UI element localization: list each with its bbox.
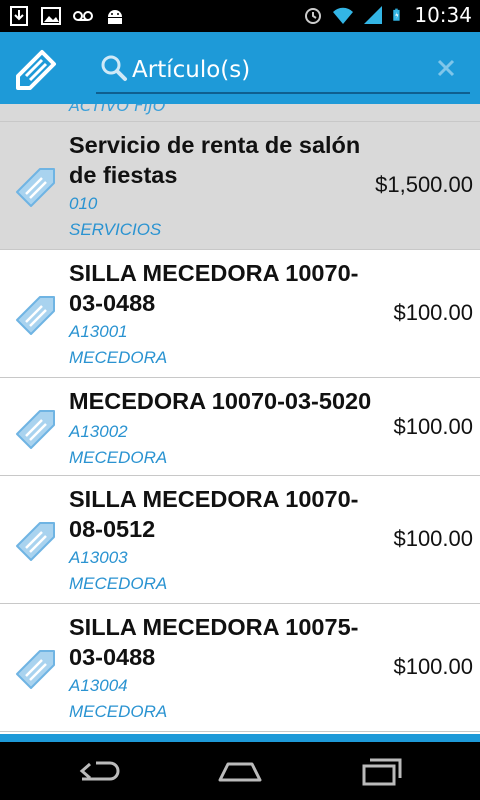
list-item[interactable]: SILLA MECEDORA 10070-08-0512 A13003 MECE… xyxy=(0,476,480,604)
recent-apps-icon[interactable] xyxy=(358,754,406,790)
tag-edit-icon[interactable] xyxy=(12,46,64,90)
bottom-accent-bar xyxy=(0,734,480,742)
tag-icon xyxy=(16,522,55,561)
list-item[interactable]: SILLA MECEDORA 10070-03-0488 A13001 MECE… xyxy=(0,250,480,378)
navigation-bar xyxy=(0,742,480,800)
status-bar: 10:34 xyxy=(0,0,480,32)
alarm-icon xyxy=(305,8,322,24)
item-category: MECEDORA xyxy=(69,574,168,593)
item-category: SERVICIOS xyxy=(69,220,162,239)
voicemail-icon xyxy=(73,11,93,21)
list-item-partial[interactable]: ACTIVO FIJO xyxy=(0,104,480,122)
item-code: A13004 xyxy=(69,676,128,695)
list-item-category: ACTIVO FIJO xyxy=(69,104,166,115)
action-bar xyxy=(0,32,480,104)
item-name: SILLA MECEDORA 10075-03-0488 xyxy=(69,614,359,670)
item-price: $100.00 xyxy=(393,300,473,325)
status-time: 10:34 xyxy=(414,3,472,27)
list-item[interactable]: SILLA MECEDORA 10075-03-0488 A13004 MECE… xyxy=(0,604,480,732)
search-icon xyxy=(101,55,127,81)
search-input[interactable] xyxy=(132,52,422,88)
download-icon xyxy=(10,6,28,26)
item-code: A13001 xyxy=(69,322,128,341)
item-price: $1,500.00 xyxy=(375,172,473,197)
signal-icon xyxy=(364,6,383,24)
image-icon xyxy=(41,7,61,25)
item-category: MECEDORA xyxy=(69,348,168,367)
item-price: $100.00 xyxy=(393,414,473,439)
item-name: SILLA MECEDORA 10070-03-0488 xyxy=(69,260,359,316)
tag-icon xyxy=(16,410,55,449)
android-icon xyxy=(108,10,122,24)
wifi-icon xyxy=(333,7,354,24)
battery-icon xyxy=(393,8,400,21)
item-name: MECEDORA 10070-03-5020 xyxy=(69,388,372,414)
item-category: MECEDORA xyxy=(69,702,168,721)
tag-icon xyxy=(16,296,55,335)
search-box xyxy=(96,48,470,94)
item-price: $100.00 xyxy=(393,654,473,679)
tag-icon xyxy=(16,168,55,207)
back-icon[interactable] xyxy=(76,754,124,790)
item-name: Servicio de renta de salón de fiestas xyxy=(69,132,361,188)
list-item[interactable]: MECEDORA 10070-03-5020 A13002 MECEDORA $… xyxy=(0,378,480,476)
item-price: $100.00 xyxy=(393,526,473,551)
item-category: MECEDORA xyxy=(69,448,168,467)
item-code: 010 xyxy=(69,194,98,213)
article-list: ACTIVO FIJO Servicio de renta de salón d… xyxy=(0,104,480,734)
item-code: A13003 xyxy=(69,548,128,567)
item-code: A13002 xyxy=(69,422,128,441)
item-name: SILLA MECEDORA 10070-08-0512 xyxy=(69,486,359,542)
list-item[interactable]: Servicio de renta de salón de fiestas 01… xyxy=(0,122,480,250)
home-icon[interactable] xyxy=(216,754,264,790)
tag-icon xyxy=(16,650,55,689)
clear-icon[interactable] xyxy=(434,56,458,80)
